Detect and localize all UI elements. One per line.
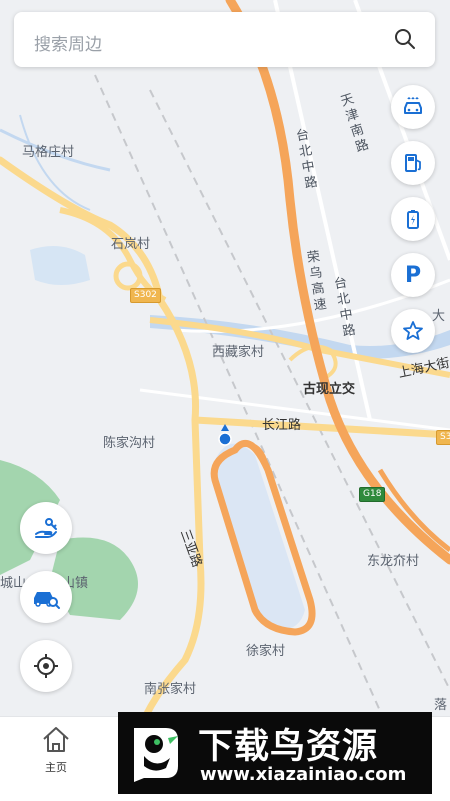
hand-key-icon xyxy=(35,518,57,538)
bird-logo-icon xyxy=(134,728,178,782)
search-bar[interactable]: 搜索周边 xyxy=(14,12,435,67)
car-wash-icon xyxy=(404,97,422,114)
watermark-banner: 下载鸟资源 www.xiazainiao.com xyxy=(118,712,432,794)
search-input[interactable]: 搜索周边 xyxy=(34,30,102,55)
current-location-icon xyxy=(218,432,232,446)
place-label: 落 xyxy=(434,698,448,713)
charging-station-button[interactable] xyxy=(391,197,435,241)
parking-icon: P xyxy=(404,262,422,288)
place-label: 陈家沟村 xyxy=(103,436,156,451)
place-label: 徐家村 xyxy=(246,644,286,659)
parking-button[interactable]: P xyxy=(391,253,435,297)
route-shield-g18: G18 xyxy=(359,487,386,502)
route-shield-s302: S302 xyxy=(130,288,161,303)
watermark-title: 下载鸟资源 xyxy=(198,727,379,767)
place-label: 石岚村 xyxy=(111,237,151,252)
car-wash-button[interactable] xyxy=(391,85,435,129)
road-label: 长江路 xyxy=(262,418,302,433)
locate-button[interactable] xyxy=(20,640,72,692)
watermark-url: www.xiazainiao.com xyxy=(200,764,407,785)
interchange-label: 古现立交 xyxy=(303,382,356,397)
place-label: 西藏家村 xyxy=(212,345,265,360)
tab-home-label: 主页 xyxy=(45,761,67,774)
tab-home[interactable]: 主页 xyxy=(30,725,82,775)
place-label: 东龙夼村 xyxy=(367,554,420,569)
gas-station-icon xyxy=(405,154,421,172)
car-service-button[interactable] xyxy=(20,502,72,554)
favorites-button[interactable] xyxy=(391,309,435,353)
place-label: 马格庄村 xyxy=(22,145,75,160)
road-label: 大 xyxy=(432,309,446,324)
car-search-button[interactable] xyxy=(20,571,72,623)
gas-station-button[interactable] xyxy=(391,141,435,185)
car-search-icon xyxy=(34,592,60,609)
home-icon xyxy=(43,727,69,752)
route-shield-s3: S3 xyxy=(436,430,450,445)
charging-icon xyxy=(407,210,419,229)
search-icon[interactable] xyxy=(393,27,417,51)
place-label: 南张家村 xyxy=(144,682,197,697)
star-icon xyxy=(403,321,423,340)
crosshair-icon xyxy=(34,654,58,678)
